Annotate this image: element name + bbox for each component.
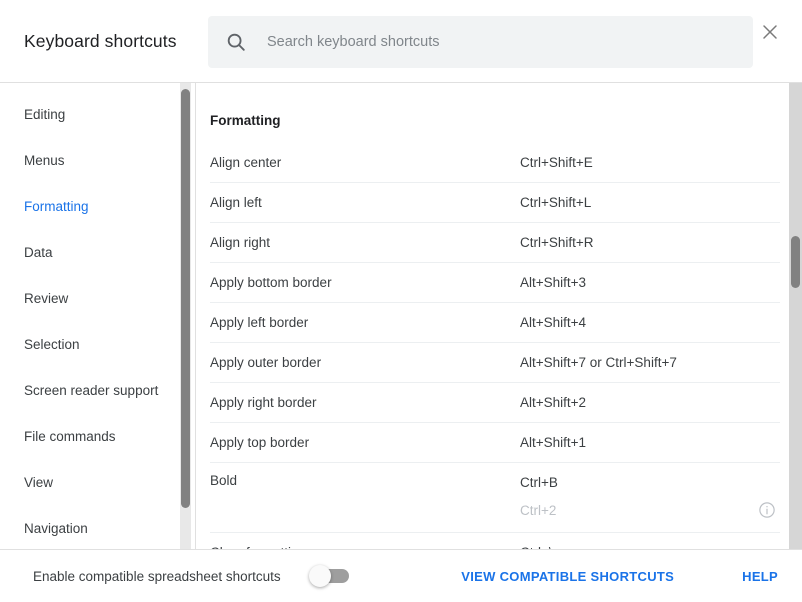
footer-actions: VIEW COMPATIBLE SHORTCUTS HELP	[461, 569, 802, 584]
dialog-body: Editing Menus Formatting Data Review Selectio…	[0, 83, 802, 549]
search-input[interactable]	[267, 16, 753, 68]
close-icon	[761, 23, 779, 41]
sidebar-item-screen-reader-support[interactable]: Screen reader support	[0, 367, 195, 413]
table-row: Apply top border Alt+Shift+1	[210, 422, 780, 462]
sidebar-item-label: Data	[24, 244, 53, 260]
sidebar-item-label: View	[24, 474, 54, 490]
page-title: Keyboard shortcuts	[24, 31, 177, 51]
toggle-knob	[308, 565, 331, 587]
table-row: Align center Ctrl+Shift+E	[210, 142, 780, 182]
table-row: Apply right border Alt+Shift+2	[210, 382, 780, 422]
sidebar-item-review[interactable]: Review	[0, 275, 195, 321]
sidebar-nav-list: Editing Menus Formatting Data Review Selectio…	[0, 83, 195, 549]
shortcut-action-label: Bold	[210, 473, 238, 488]
section-title: Formatting	[210, 113, 281, 128]
shortcut-keys-cell: Alt+Shift+7 or Ctrl+Shift+7	[520, 353, 780, 372]
sidebar-item-label: Review	[24, 290, 69, 306]
table-row: Apply left border Alt+Shift+4	[210, 302, 780, 342]
shortcut-action-label: Align right	[210, 235, 271, 250]
table-row: Apply outer border Alt+Shift+7 or Ctrl+Sh…	[210, 342, 780, 382]
sidebar-item-label: Formatting	[24, 198, 89, 214]
shortcut-keys-primary: Ctrl+B	[520, 475, 558, 490]
shortcut-keys-primary: Alt+Shift+3	[520, 275, 587, 290]
sidebar-scrollbar-thumb[interactable]	[181, 89, 190, 508]
sidebar-item-label: File commands	[24, 428, 116, 444]
shortcut-action-label: Apply bottom border	[210, 275, 332, 290]
shortcut-action-label: Align center	[210, 154, 282, 170]
sidebar-item-menus[interactable]: Menus	[0, 137, 195, 183]
help-link[interactable]: HELP	[742, 569, 778, 584]
shortcut-keys-cell: Alt+Shift+3	[520, 273, 780, 292]
table-row: Apply bottom border Alt+Shift+3	[210, 262, 780, 302]
dialog-header: Keyboard shortcuts	[0, 0, 802, 83]
sidebar-item-file-commands[interactable]: File commands	[0, 413, 195, 459]
content-scrollbar-track[interactable]	[789, 83, 802, 549]
keyboard-shortcuts-dialog: Keyboard shortcuts Editing Menus Formattin…	[0, 0, 802, 602]
compatible-shortcuts-label: Enable compatible spreadsheet shortcuts	[33, 568, 281, 584]
sidebar-item-editing[interactable]: Editing	[0, 91, 195, 137]
shortcut-keys-primary: Ctrl+Shift+L	[520, 195, 592, 210]
shortcut-keys-cell: Ctrl+Shift+E	[520, 153, 780, 172]
search-box[interactable]	[208, 16, 753, 68]
sidebar-item-label: Editing	[24, 106, 66, 122]
shortcut-keys-cell: Ctrl+Shift+R	[520, 233, 780, 252]
shortcut-keys-cell: Alt+Shift+2	[520, 393, 780, 412]
table-row: Align left Ctrl+Shift+L	[210, 182, 780, 222]
table-row: Align right Ctrl+Shift+R	[210, 222, 780, 262]
shortcut-action-label: Align left	[210, 195, 262, 210]
sidebar-item-label: Selection	[24, 336, 80, 352]
shortcuts-panel: Formatting Align center Ctrl+Shift+E Align…	[196, 83, 802, 549]
sidebar-item-label: Navigation	[24, 520, 88, 536]
sidebar-item-label: Menus	[24, 152, 65, 168]
shortcut-keys-primary: Ctrl+Shift+E	[520, 154, 593, 170]
sidebar-item-data[interactable]: Data	[0, 229, 195, 275]
shortcut-keys-primary: Alt+Shift+1	[520, 435, 587, 450]
shortcut-action-label: Apply right border	[210, 395, 317, 410]
shortcut-keys-primary: Alt+Shift+7 or Ctrl+Shift+7	[520, 355, 677, 370]
sidebar-item-navigation[interactable]: Navigation	[0, 505, 195, 549]
shortcut-keys-cell: Ctrl+B Ctrl+2	[520, 473, 780, 520]
shortcut-action-label: Apply top border	[210, 435, 310, 450]
shortcut-action-label: Apply left border	[210, 315, 309, 330]
shortcut-keys-cell: Ctrl+Shift+L	[520, 193, 780, 212]
shortcuts-list: Formatting Align center Ctrl+Shift+E Align…	[196, 83, 802, 549]
compatible-shortcuts-toggle[interactable]	[308, 565, 349, 587]
shortcut-keys-cell: Alt+Shift+4	[520, 313, 780, 332]
search-icon	[225, 31, 247, 53]
view-compatible-shortcuts-link[interactable]: VIEW COMPATIBLE SHORTCUTS	[461, 569, 674, 584]
shortcut-keys-primary: Ctrl+Shift+R	[520, 235, 594, 250]
close-button[interactable]	[752, 14, 788, 50]
table-row: Clear formattingCtrl+\	[210, 532, 780, 549]
sidebar-item-selection[interactable]: Selection	[0, 321, 195, 367]
sidebar: Editing Menus Formatting Data Review Selectio…	[0, 83, 196, 549]
shortcut-keys-primary: Alt+Shift+2	[520, 395, 587, 410]
content-scrollbar-thumb[interactable]	[791, 236, 800, 288]
sidebar-scrollbar-track[interactable]	[180, 83, 191, 549]
shortcut-keys-primary: Alt+Shift+4	[520, 315, 587, 330]
table-row: Bold Ctrl+B Ctrl+2	[210, 462, 780, 532]
sidebar-item-formatting[interactable]: Formatting	[0, 183, 195, 229]
shortcut-keys-secondary: Ctrl+2	[520, 503, 557, 518]
shortcut-keys-cell: Alt+Shift+1	[520, 433, 780, 452]
sidebar-item-view[interactable]: View	[0, 459, 195, 505]
sidebar-item-label: Screen reader support	[24, 382, 159, 398]
dialog-footer: Enable compatible spreadsheet shortcuts …	[0, 549, 802, 602]
shortcut-action-label: Apply outer border	[210, 355, 322, 370]
